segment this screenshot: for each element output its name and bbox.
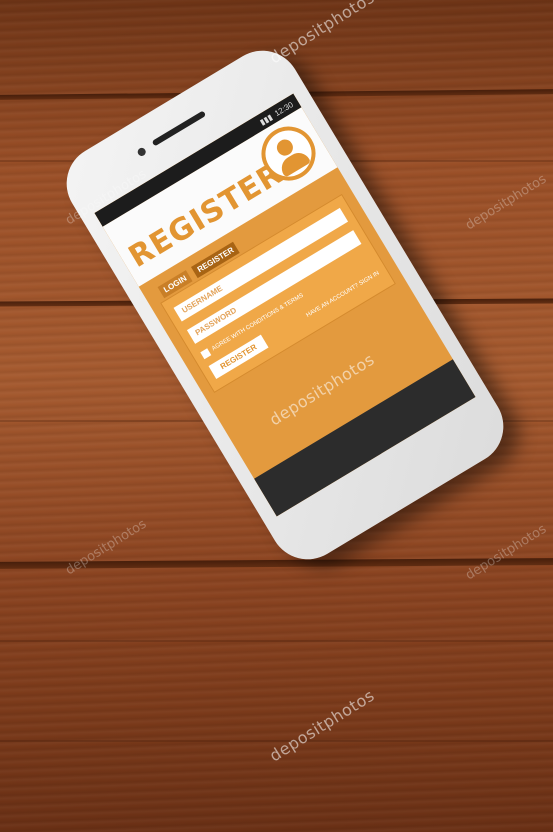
speaker-grille bbox=[151, 110, 207, 147]
agree-checkbox[interactable] bbox=[200, 348, 212, 360]
signin-link[interactable]: HAVE AN ACCOUNT? SIGN IN bbox=[305, 270, 380, 318]
smartphone: ▮▮▮ 12:30 REGISTER LOGIN REGISTER USERNA… bbox=[52, 36, 518, 574]
screen-footer-bar bbox=[254, 359, 476, 517]
phone-screen: ▮▮▮ 12:30 REGISTER LOGIN REGISTER USERNA… bbox=[94, 93, 476, 517]
front-camera bbox=[136, 146, 148, 158]
